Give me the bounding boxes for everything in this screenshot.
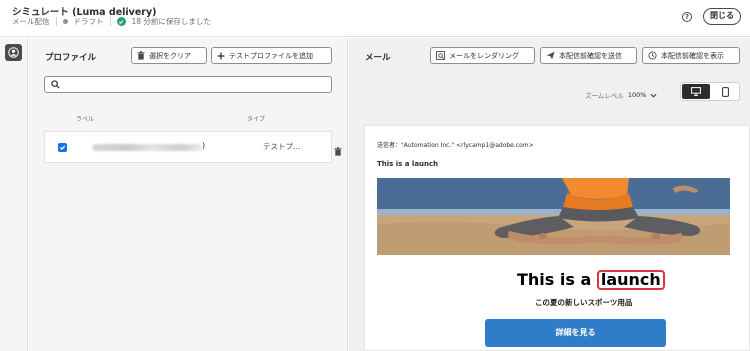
email-title: メール bbox=[365, 53, 391, 63]
history-icon bbox=[648, 51, 657, 60]
email-panel: メール メールをレンダリング 本配信前確認を送信 本配信前確認を表示 ズームレベ… bbox=[349, 38, 750, 351]
delete-row-button[interactable] bbox=[334, 141, 342, 160]
chevron-down-icon bbox=[650, 93, 657, 98]
redacted-profile-label bbox=[92, 144, 202, 151]
close-button[interactable]: 閉じる bbox=[703, 8, 741, 25]
render-icon bbox=[436, 51, 445, 60]
column-header-type: タイプ bbox=[247, 116, 266, 123]
plus-icon bbox=[217, 52, 225, 59]
row-checkbox[interactable] bbox=[58, 143, 67, 152]
desktop-icon bbox=[691, 87, 701, 96]
divider bbox=[55, 17, 57, 26]
profile-list: ) テストプ... bbox=[44, 131, 342, 163]
add-test-profile-button[interactable]: テストプロファイルを追加 bbox=[211, 47, 332, 64]
zoom-control[interactable]: ズームレベル 100% bbox=[585, 90, 657, 100]
help-icon[interactable]: ? bbox=[682, 12, 692, 22]
send-icon bbox=[546, 51, 555, 60]
user-icon bbox=[8, 47, 19, 58]
clear-selection-label: 選択をクリア bbox=[149, 51, 191, 60]
clear-selection-button[interactable]: 選択をクリア bbox=[131, 47, 207, 64]
search-input[interactable] bbox=[44, 76, 332, 93]
render-email-label: メールをレンダリング bbox=[449, 51, 519, 60]
view-proof-label: 本配信前確認を表示 bbox=[661, 51, 724, 60]
saved-status: 18 分前に保存しました bbox=[131, 17, 211, 26]
checkmark-icon bbox=[116, 17, 126, 26]
divider bbox=[109, 17, 111, 26]
status-line: メール配信 ドラフト 18 分前に保存しました bbox=[12, 16, 211, 27]
trash-icon bbox=[334, 147, 342, 156]
email-subject: This is a launch bbox=[377, 160, 439, 168]
status-label: ドラフト bbox=[73, 17, 104, 26]
highlighted-word: launch bbox=[596, 270, 665, 290]
desktop-view-button[interactable] bbox=[682, 84, 710, 99]
profiles-title: プロファイル bbox=[45, 53, 97, 63]
email-heading: This is a launch bbox=[517, 270, 665, 290]
mobile-view-button[interactable] bbox=[712, 84, 739, 99]
left-rail bbox=[0, 38, 28, 351]
render-email-button[interactable]: メールをレンダリング bbox=[430, 47, 535, 64]
checkmark-icon bbox=[59, 145, 66, 150]
column-header-label: ラベル bbox=[76, 116, 95, 123]
send-proof-label: 本配信前確認を送信 bbox=[559, 51, 622, 60]
status-dot-icon bbox=[62, 19, 68, 24]
top-bar: シミュレート (Luma delivery) メール配信 ドラフト 18 分前に… bbox=[0, 0, 750, 37]
hero-image bbox=[377, 178, 730, 255]
channel-label: メール配信 bbox=[12, 17, 50, 26]
email-sender: 送信者："Automation Inc." <rlycamp1@adobe.co… bbox=[377, 142, 534, 149]
email-subheading: この夏の新しいスポーツ用品 bbox=[535, 298, 633, 307]
cta-button[interactable]: 詳細を見る bbox=[485, 319, 666, 347]
email-heading-prefix: This is a bbox=[517, 270, 597, 289]
device-toggle bbox=[680, 82, 740, 101]
mobile-icon bbox=[722, 86, 729, 97]
search-icon bbox=[51, 80, 60, 89]
profiles-panel: プロファイル 選択をクリア テストプロファイルを追加 ラベル タイプ ) テスト… bbox=[29, 38, 348, 351]
add-test-profile-label: テストプロファイルを追加 bbox=[229, 51, 313, 60]
profile-rail-button[interactable] bbox=[5, 44, 22, 61]
zoom-label: ズームレベル bbox=[585, 92, 624, 100]
zoom-value: 100% bbox=[627, 91, 647, 99]
trash-icon bbox=[137, 51, 145, 60]
view-proof-button[interactable]: 本配信前確認を表示 bbox=[642, 47, 740, 64]
email-preview: 送信者："Automation Inc." <rlycamp1@adobe.co… bbox=[364, 125, 750, 351]
profile-label-suffix: ) bbox=[202, 141, 206, 150]
yoga-photo bbox=[377, 178, 730, 255]
profile-type: テストプ... bbox=[263, 142, 301, 151]
send-proof-button[interactable]: 本配信前確認を送信 bbox=[540, 47, 637, 64]
